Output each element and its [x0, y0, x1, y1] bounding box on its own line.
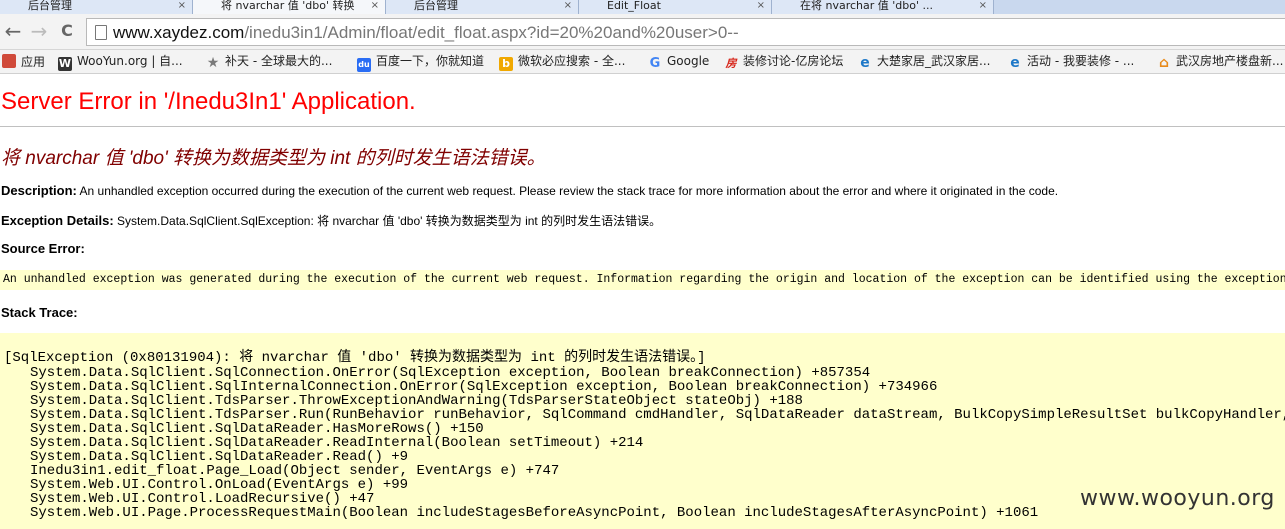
ie-icon: e: [1010, 55, 1020, 71]
bookmarks-bar: 应用 W WooYun.org | 自... ★ 补天 - 全球最大的... du 百…: [0, 50, 1285, 74]
bookmark-label: 活动 - 我要装修 - ...: [1027, 54, 1135, 68]
tab-label: 后台管理: [28, 0, 72, 12]
bookmark-baidu[interactable]: du 百度一下，你就知道: [357, 54, 485, 72]
reload-icon: C: [61, 21, 73, 40]
stack-frame: System.Data.SqlClient.SqlConnection.OnEr…: [30, 365, 871, 381]
url-host: www.xaydez.com: [113, 23, 245, 42]
tab-label: 后台管理: [414, 0, 458, 12]
bookmark-butian[interactable]: ★ 补天 - 全球最大的...: [206, 54, 333, 71]
star-icon: ★: [206, 55, 220, 71]
bing-icon: b: [499, 57, 513, 71]
stack-frame: System.Data.SqlClient.TdsParser.Run(RunB…: [30, 407, 1285, 423]
watermark: www.wooyun.org: [1080, 486, 1275, 511]
back-arrow-icon: ←: [4, 19, 22, 43]
stack-frame: System.Data.SqlClient.SqlDataReader.Read…: [30, 449, 409, 465]
google-icon: G: [649, 56, 661, 71]
tab-close-icon[interactable]: ×: [178, 0, 186, 11]
browser-toolbar: ← → C www.xaydez.com/inedu3in1/Admin/flo…: [0, 14, 1285, 50]
bookmark-yifang[interactable]: 房装修讨论-亿房论坛: [724, 54, 844, 70]
ie-icon: e: [860, 55, 870, 71]
stack-frame: System.Data.SqlClient.SqlInternalConnect…: [30, 379, 938, 395]
bookmark-label: 装修讨论-亿房论坛: [743, 54, 844, 68]
description-line: Description: An unhandled exception occu…: [1, 183, 1058, 198]
stack-trace-header: [SqlException (0x80131904): 将 nvarchar 值…: [4, 350, 706, 366]
tab-close-icon[interactable]: ×: [564, 0, 572, 11]
exception-text: System.Data.SqlClient.SqlException: 将 nv…: [113, 214, 662, 228]
back-button[interactable]: ←: [2, 21, 24, 43]
bookmark-bing[interactable]: b 微软必应搜索 - 全...: [499, 54, 626, 71]
bookmark-label: 武汉房地产楼盘新...: [1176, 54, 1284, 68]
url-text[interactable]: www.xaydez.com/inedu3in1/Admin/float/edi…: [113, 23, 739, 43]
error-subtitle: 将 nvarchar 值 'dbo' 转换为数据类型为 int 的列时发生语法错…: [1, 148, 546, 169]
bookmark-label: 微软必应搜索 - 全...: [518, 54, 626, 68]
house-icon: ⌂: [1158, 55, 1170, 71]
bookmark-label: Google: [667, 54, 710, 68]
stack-frame: System.Web.UI.Control.OnLoad(EventArgs e…: [30, 477, 409, 493]
tab-edit-float[interactable]: Edit_Float ×: [579, 0, 772, 14]
apps-icon: [2, 54, 16, 68]
baidu-icon: du: [357, 58, 371, 72]
stack-frame: System.Web.UI.Control.LoadRecursive() +4…: [30, 491, 375, 507]
stack-frame: System.Data.SqlClient.SqlDataReader.Read…: [30, 435, 644, 451]
tab-label: 将 nvarchar 值 'dbo' 转换: [221, 0, 355, 12]
description-text: An unhandled exception occurred during t…: [76, 184, 1059, 198]
tab-admin-2[interactable]: 后台管理 ×: [386, 0, 579, 14]
bookmark-dachu[interactable]: e 大楚家居_武汉家居...: [858, 54, 990, 70]
bookmark-label: 补天 - 全球最大的...: [225, 54, 333, 68]
bookmark-zhuangxiu[interactable]: e 活动 - 我要装修 - ...: [1008, 54, 1134, 70]
bookmark-label: 大楚家居_武汉家居...: [877, 54, 991, 68]
bookmark-google[interactable]: G Google: [648, 54, 710, 71]
stack-frame: Inedu3in1.edit_float.Page_Load(Object se…: [30, 463, 560, 479]
bookmark-label: 应用: [21, 55, 46, 69]
exception-line: Exception Details: System.Data.SqlClient…: [1, 212, 661, 229]
tab-error-search[interactable]: 在将 nvarchar 值 'dbo' ... ×: [772, 0, 994, 14]
stack-trace-line: Stack Trace:: [1, 305, 78, 320]
tab-server-error[interactable]: 将 nvarchar 值 'dbo' 转换 ×: [193, 0, 386, 14]
page-icon: [95, 25, 107, 40]
page-title: Server Error in '/Inedu3In1' Application…: [1, 88, 416, 115]
tab-strip: 后台管理 × 将 nvarchar 值 'dbo' 转换 × 后台管理 × Ed…: [0, 0, 1285, 14]
address-bar[interactable]: www.xaydez.com/inedu3in1/Admin/float/edi…: [86, 18, 1285, 46]
source-error-label: Source Error:: [1, 241, 85, 256]
page-content: Server Error in '/Inedu3In1' Application…: [0, 75, 1285, 529]
fang-icon: 房: [725, 57, 737, 70]
source-error-box: An unhandled exception was generated dur…: [0, 270, 1285, 290]
stack-frame: System.Data.SqlClient.TdsParser.ThrowExc…: [30, 393, 803, 409]
tab-label: Edit_Float: [607, 0, 661, 12]
tab-admin-1[interactable]: 后台管理 ×: [0, 0, 193, 14]
forward-button[interactable]: →: [28, 21, 50, 43]
source-error-text: An unhandled exception was generated dur…: [3, 273, 1285, 286]
tab-close-icon[interactable]: ×: [979, 0, 987, 11]
bookmark-label: WooYun.org | 自...: [77, 54, 183, 68]
forward-arrow-icon: →: [30, 19, 48, 43]
bookmark-label: 百度一下，你就知道: [376, 54, 485, 68]
tab-close-icon[interactable]: ×: [757, 0, 765, 11]
stack-frame: System.Web.UI.Page.ProcessRequestMain(Bo…: [30, 505, 1039, 521]
bookmark-apps[interactable]: 应用: [2, 54, 45, 70]
bookmark-house[interactable]: ⌂ 武汉房地产楼盘新...: [1157, 54, 1283, 70]
source-error-line: Source Error:: [1, 241, 85, 256]
divider: [0, 126, 1285, 127]
stack-trace-label: Stack Trace:: [1, 305, 78, 320]
stack-frame: System.Data.SqlClient.SqlDataReader.HasM…: [30, 421, 484, 437]
exception-label: Exception Details:: [1, 213, 114, 228]
tab-close-icon[interactable]: ×: [371, 0, 379, 11]
wooyun-icon: W: [58, 57, 72, 71]
reload-button[interactable]: C: [56, 21, 78, 43]
description-label: Description:: [1, 183, 77, 198]
bookmark-wooyun[interactable]: W WooYun.org | 自...: [58, 54, 183, 71]
url-path: /inedu3in1/Admin/float/edit_float.aspx?i…: [244, 23, 739, 42]
tab-label: 在将 nvarchar 值 'dbo' ...: [800, 0, 934, 12]
